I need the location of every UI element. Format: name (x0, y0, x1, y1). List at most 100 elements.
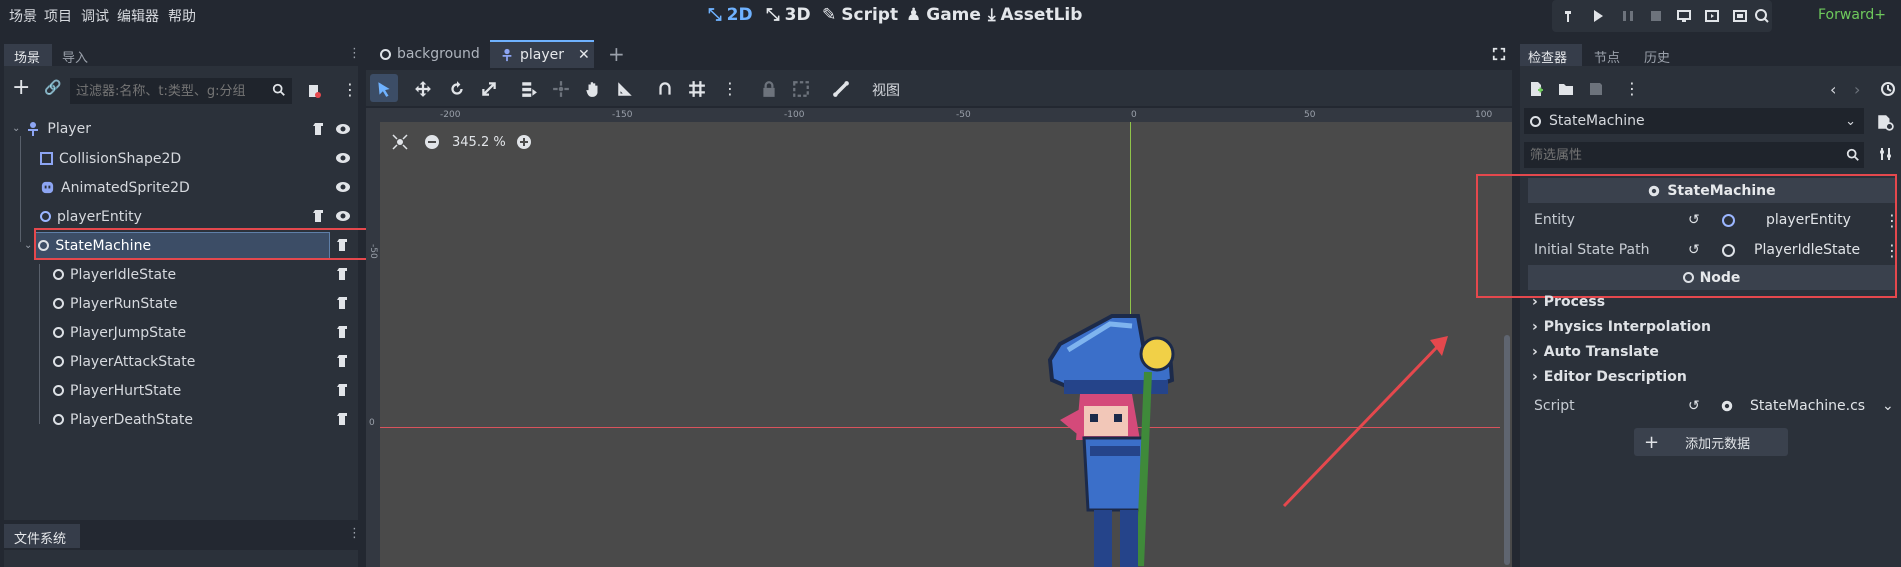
player-sprite[interactable] (1020, 310, 1220, 567)
tree-item-playerrunstate[interactable]: PlayerRunState (53, 289, 343, 318)
script-icon[interactable] (335, 266, 351, 282)
smart-snap-icon[interactable] (656, 80, 674, 98)
eye-icon[interactable] (335, 179, 351, 195)
object-selector[interactable]: StateMachine ⌄ (1524, 108, 1864, 134)
list-select-icon[interactable] (520, 80, 538, 98)
menu-debug[interactable]: 调试 (81, 6, 109, 26)
back-icon[interactable]: ‹ (1830, 80, 1836, 99)
tools-icon[interactable] (1878, 146, 1894, 162)
renderer-selector[interactable]: Forward+ (1818, 7, 1886, 23)
scale-icon[interactable] (480, 80, 498, 98)
inspector-options-icon[interactable]: ⋮ (1624, 79, 1640, 98)
play-icon[interactable] (1590, 8, 1606, 24)
add-tab-icon[interactable]: + (608, 42, 625, 66)
tree-item-collisionshape2d[interactable]: CollisionShape2D (40, 144, 340, 173)
category-auto-translate[interactable]: › Auto Translate (1532, 344, 1659, 360)
lock-icon[interactable] (760, 80, 778, 98)
chevron-down-icon[interactable]: ⌄ (12, 123, 20, 134)
property-script[interactable]: Script ↺ StateMachine.cs ⌄ (1524, 391, 1901, 421)
pause-icon[interactable] (1620, 8, 1636, 24)
tab-inspector[interactable]: 检查器 (1520, 44, 1582, 66)
fullscreen-icon[interactable] (1492, 47, 1506, 61)
link-icon[interactable]: 🔗 (44, 80, 61, 96)
center-view-icon[interactable] (392, 134, 408, 150)
tab-scene[interactable]: 场景 (4, 44, 52, 66)
property-filter-input[interactable] (1524, 142, 1864, 168)
tab-history[interactable]: 历史 (1636, 44, 1686, 66)
dock-menu-icon[interactable]: ⋮ (348, 526, 361, 541)
tree-item-playerdeathstate[interactable]: PlayerDeathState (53, 405, 343, 434)
stop-icon[interactable] (1648, 8, 1664, 24)
play-custom-icon[interactable] (1732, 8, 1748, 24)
tree-item-animatedsprite2d[interactable]: AnimatedSprite2D (40, 173, 340, 202)
workspace-2d[interactable]: ⤡ 2D (708, 5, 753, 25)
script-icon[interactable] (335, 353, 351, 369)
eye-icon[interactable] (335, 208, 351, 224)
group-icon[interactable] (792, 80, 810, 98)
scene-options-icon[interactable]: ⋮ (342, 80, 358, 99)
menu-project[interactable]: 项目 (44, 6, 72, 26)
revert-icon[interactable]: ↺ (1688, 398, 1700, 414)
move-icon[interactable] (414, 80, 432, 98)
view-menu[interactable]: 视图 (872, 80, 900, 100)
menu-editor[interactable]: 编辑器 (117, 6, 159, 26)
movie-icon[interactable] (1754, 8, 1770, 24)
tab-filesystem[interactable]: 文件系统 (4, 524, 80, 548)
menu-scene[interactable]: 场景 (9, 6, 37, 26)
script-icon[interactable] (335, 324, 351, 340)
zoom-out-icon[interactable] (424, 134, 440, 150)
select-arrow-icon[interactable] (375, 80, 393, 98)
play-scene-icon[interactable] (1704, 8, 1720, 24)
workspace-3d[interactable]: ⤡ 3D (766, 5, 811, 25)
tree-item-playerentity[interactable]: playerEntity (40, 202, 340, 231)
snap-options-icon[interactable]: ⋮ (722, 79, 738, 98)
workspace-assetlib[interactable]: ⤓ AssetLib (988, 5, 1082, 25)
script-icon[interactable] (311, 121, 327, 137)
tab-node[interactable]: 节点 (1586, 44, 1636, 66)
new-resource-icon[interactable] (1528, 81, 1544, 97)
hammer-icon[interactable] (1562, 8, 1578, 24)
open-folder-icon[interactable] (1558, 81, 1574, 97)
editor-tab-background[interactable]: background (370, 40, 490, 68)
category-process[interactable]: › Process (1532, 294, 1605, 310)
bone-icon[interactable] (832, 80, 850, 98)
viewport-scrollbar[interactable] (1504, 335, 1510, 565)
eye-icon[interactable] (335, 150, 351, 166)
zoom-in-icon[interactable] (516, 134, 532, 150)
pivot-icon[interactable] (552, 80, 570, 98)
category-physics-interpolation[interactable]: › Physics Interpolation (1532, 319, 1711, 335)
script-icon[interactable] (335, 382, 351, 398)
workspace-script[interactable]: ✎ Script (822, 5, 898, 25)
save-icon[interactable] (1588, 81, 1604, 97)
grid-snap-icon[interactable] (688, 80, 706, 98)
editor-tab-player[interactable]: player ✕ (490, 40, 594, 68)
menu-help[interactable]: 帮助 (168, 6, 196, 26)
chevron-down-icon[interactable]: ⌄ (1882, 398, 1894, 414)
zoom-level[interactable]: 345.2 % (452, 135, 506, 150)
doc-help-icon[interactable] (1876, 113, 1894, 131)
tree-item-playeridlestate[interactable]: PlayerIdleState (53, 260, 343, 289)
chevron-down-icon[interactable]: ⌄ (24, 240, 32, 251)
ruler-icon[interactable] (616, 80, 634, 98)
scene-filter-input[interactable] (70, 78, 292, 104)
remote-debug-icon[interactable] (1676, 8, 1692, 24)
eye-icon[interactable] (335, 121, 351, 137)
tree-item-playerjumpstate[interactable]: PlayerJumpState (53, 318, 343, 347)
script-attach-icon[interactable] (306, 83, 322, 99)
tab-import[interactable]: 导入 (52, 44, 100, 66)
forward-icon[interactable]: › (1854, 80, 1860, 99)
script-icon[interactable] (311, 208, 327, 224)
script-icon[interactable] (335, 411, 351, 427)
workspace-game[interactable]: ♟ Game (906, 5, 981, 25)
pan-hand-icon[interactable] (584, 80, 602, 98)
tree-item-playerhurtstate[interactable]: PlayerHurtState (53, 376, 343, 405)
category-editor-description[interactable]: › Editor Description (1532, 369, 1687, 385)
history-icon[interactable] (1880, 81, 1896, 97)
script-icon[interactable] (335, 295, 351, 311)
dock-menu-icon[interactable]: ⋮ (348, 46, 361, 61)
tree-item-playerattackstate[interactable]: PlayerAttackState (53, 347, 343, 376)
close-icon[interactable]: ✕ (578, 47, 590, 63)
tree-item-player[interactable]: ⌄ Player (12, 114, 352, 143)
add-node-icon[interactable]: + (12, 77, 30, 99)
rotate-icon[interactable] (448, 80, 466, 98)
